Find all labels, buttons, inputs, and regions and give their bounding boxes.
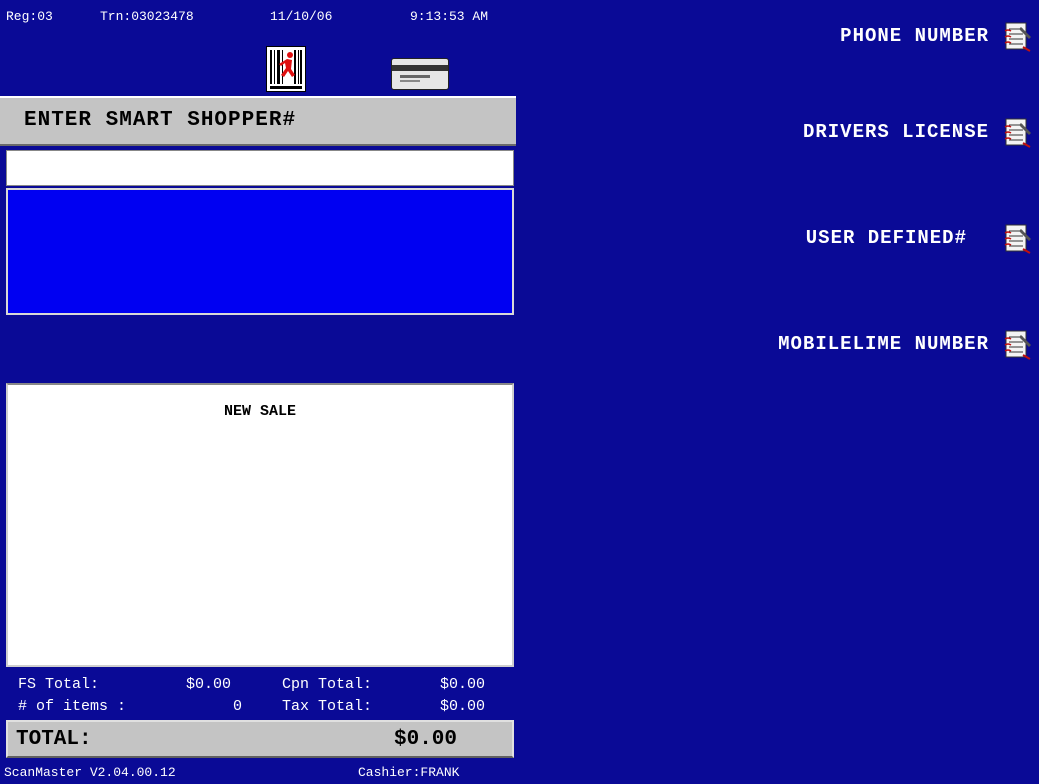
message-area xyxy=(6,188,514,315)
fs-total-value: $0.00 xyxy=(186,676,232,693)
grand-total-bar: TOTAL: $0.00 xyxy=(6,720,514,758)
prompt-text: ENTER SMART SHOPPER# xyxy=(24,109,297,132)
mobilelime-number-option[interactable]: MOBILELIME NUMBER xyxy=(778,322,1033,366)
notepad-icon xyxy=(1003,115,1033,149)
credit-card-icon xyxy=(391,58,449,90)
phone-number-label: PHONE NUMBER xyxy=(840,25,989,47)
smart-shopper-input[interactable] xyxy=(6,150,514,186)
prompt-bar: ENTER SMART SHOPPER# xyxy=(0,96,516,146)
transaction-number: Trn:03023478 xyxy=(100,9,194,24)
status-header: Reg:03 Trn:03023478 11/10/06 9:13:53 AM xyxy=(0,0,516,28)
cpn-total-label: Cpn Total: xyxy=(282,676,373,693)
version-text: ScanMaster V2.04.00.12 xyxy=(4,765,176,780)
tax-total-value: $0.00 xyxy=(440,698,486,715)
grand-total-label: TOTAL: xyxy=(16,728,92,751)
phone-number-option[interactable]: PHONE NUMBER xyxy=(840,14,1033,58)
date: 11/10/06 xyxy=(270,9,333,24)
totals-panel: FS Total: $0.00 Cpn Total: $0.00 # of it… xyxy=(0,670,516,720)
notepad-icon xyxy=(1003,327,1033,361)
user-defined-label: USER DEFINED# xyxy=(805,227,967,249)
notepad-icon xyxy=(1003,221,1033,255)
item-count-label: # of items : xyxy=(18,698,127,715)
register-number: Reg:03 xyxy=(6,9,53,24)
receipt-title: NEW SALE xyxy=(223,403,296,420)
notepad-icon xyxy=(1003,19,1033,53)
drivers-license-option[interactable]: DRIVERS LICENSE xyxy=(803,110,1033,154)
item-count-value: 0 xyxy=(233,698,243,715)
cashier-name: Cashier:FRANK xyxy=(358,765,460,780)
cpn-total-value: $0.00 xyxy=(440,676,486,693)
tax-total-label: Tax Total: xyxy=(282,698,373,715)
mobilelime-number-label: MOBILELIME NUMBER xyxy=(778,333,989,355)
user-defined-option[interactable]: USER DEFINED# xyxy=(806,216,1033,260)
fs-total-label: FS Total: xyxy=(18,676,100,693)
receipt-window: NEW SALE xyxy=(6,383,514,667)
grand-total-value: $0.00 xyxy=(394,728,458,751)
status-icons xyxy=(0,42,516,94)
time: 9:13:53 AM xyxy=(410,9,489,24)
drivers-license-label: DRIVERS LICENSE xyxy=(802,121,989,143)
barcode-runner-icon xyxy=(266,46,306,92)
